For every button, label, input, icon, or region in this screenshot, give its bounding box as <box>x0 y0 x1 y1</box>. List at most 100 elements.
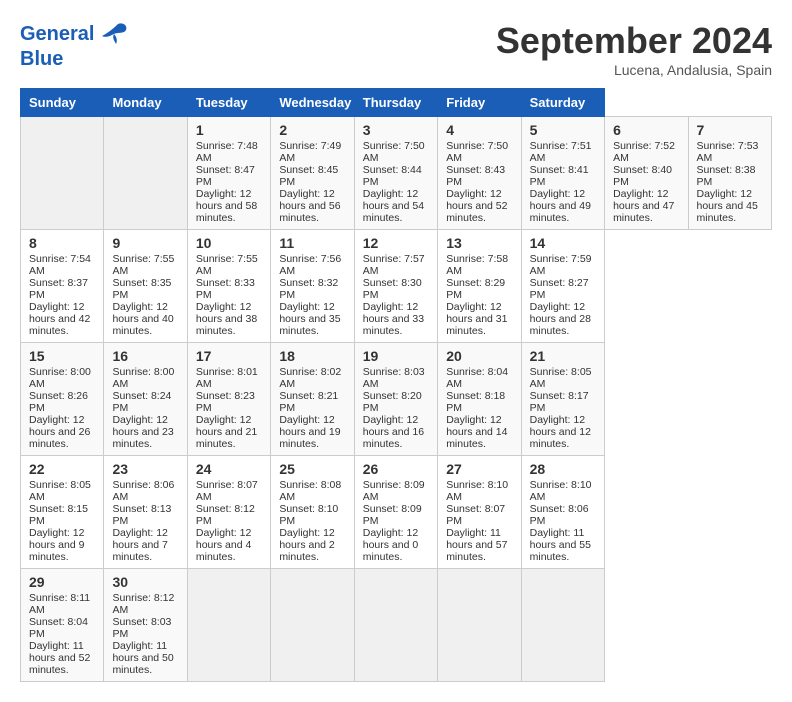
daylight-text: Daylight: 12 hours and 26 minutes. <box>29 414 90 450</box>
day-number: 27 <box>446 461 512 477</box>
sunrise-text: Sunrise: 8:03 AM <box>363 366 425 390</box>
calendar-cell: 23 Sunrise: 8:06 AM Sunset: 8:13 PM Dayl… <box>104 456 187 569</box>
daylight-text: Daylight: 12 hours and 7 minutes. <box>112 527 167 563</box>
sunrise-text: Sunrise: 8:08 AM <box>279 479 341 503</box>
calendar-table: SundayMondayTuesdayWednesdayThursdayFrid… <box>20 88 772 682</box>
sunrise-text: Sunrise: 7:52 AM <box>613 140 675 164</box>
daylight-text: Daylight: 12 hours and 47 minutes. <box>613 188 674 224</box>
sunset-text: Sunset: 8:15 PM <box>29 503 88 527</box>
sunset-text: Sunset: 8:40 PM <box>613 164 672 188</box>
calendar-cell: 29 Sunrise: 8:11 AM Sunset: 8:04 PM Dayl… <box>21 569 104 682</box>
calendar-cell: 8 Sunrise: 7:54 AM Sunset: 8:37 PM Dayli… <box>21 230 104 343</box>
day-number: 8 <box>29 235 95 251</box>
calendar-cell: 14 Sunrise: 7:59 AM Sunset: 8:27 PM Dayl… <box>521 230 604 343</box>
sunrise-text: Sunrise: 7:57 AM <box>363 253 425 277</box>
day-number: 21 <box>530 348 596 364</box>
sunrise-text: Sunrise: 8:05 AM <box>530 366 592 390</box>
sunset-text: Sunset: 8:09 PM <box>363 503 422 527</box>
weekday-header-thursday: Thursday <box>354 89 437 117</box>
daylight-text: Daylight: 12 hours and 12 minutes. <box>530 414 591 450</box>
sunrise-text: Sunrise: 8:11 AM <box>29 592 90 616</box>
calendar-cell: 13 Sunrise: 7:58 AM Sunset: 8:29 PM Dayl… <box>438 230 521 343</box>
day-number: 5 <box>530 122 596 138</box>
calendar-cell: 15 Sunrise: 8:00 AM Sunset: 8:26 PM Dayl… <box>21 343 104 456</box>
sunrise-text: Sunrise: 7:48 AM <box>196 140 258 164</box>
sunset-text: Sunset: 8:27 PM <box>530 277 589 301</box>
daylight-text: Daylight: 12 hours and 0 minutes. <box>363 527 418 563</box>
weekday-header-tuesday: Tuesday <box>187 89 270 117</box>
weekday-header-sunday: Sunday <box>21 89 104 117</box>
calendar-cell: 18 Sunrise: 8:02 AM Sunset: 8:21 PM Dayl… <box>271 343 354 456</box>
day-number: 18 <box>279 348 345 364</box>
sunrise-text: Sunrise: 8:00 AM <box>29 366 91 390</box>
sunset-text: Sunset: 8:35 PM <box>112 277 171 301</box>
daylight-text: Daylight: 11 hours and 50 minutes. <box>112 640 173 676</box>
weekday-header-wednesday: Wednesday <box>271 89 354 117</box>
sunrise-text: Sunrise: 8:10 AM <box>446 479 508 503</box>
sunset-text: Sunset: 8:37 PM <box>29 277 88 301</box>
sunrise-text: Sunrise: 7:58 AM <box>446 253 508 277</box>
sunrise-text: Sunrise: 8:02 AM <box>279 366 341 390</box>
weekday-header-friday: Friday <box>438 89 521 117</box>
sunset-text: Sunset: 8:29 PM <box>446 277 505 301</box>
daylight-text: Daylight: 12 hours and 4 minutes. <box>196 527 251 563</box>
daylight-text: Daylight: 12 hours and 42 minutes. <box>29 301 90 337</box>
day-number: 1 <box>196 122 262 138</box>
day-number: 24 <box>196 461 262 477</box>
sunrise-text: Sunrise: 7:50 AM <box>363 140 425 164</box>
day-number: 25 <box>279 461 345 477</box>
daylight-text: Daylight: 12 hours and 9 minutes. <box>29 527 84 563</box>
header-row: SundayMondayTuesdayWednesdayThursdayFrid… <box>21 89 772 117</box>
sunrise-text: Sunrise: 8:01 AM <box>196 366 258 390</box>
weekday-header-monday: Monday <box>104 89 187 117</box>
calendar-cell: 27 Sunrise: 8:10 AM Sunset: 8:07 PM Dayl… <box>438 456 521 569</box>
calendar-cell: 4 Sunrise: 7:50 AM Sunset: 8:43 PM Dayli… <box>438 117 521 230</box>
sunrise-text: Sunrise: 7:59 AM <box>530 253 592 277</box>
day-number: 9 <box>112 235 178 251</box>
title-section: September 2024 Lucena, Andalusia, Spain <box>496 20 772 78</box>
calendar-cell: 25 Sunrise: 8:08 AM Sunset: 8:10 PM Dayl… <box>271 456 354 569</box>
calendar-cell: 21 Sunrise: 8:05 AM Sunset: 8:17 PM Dayl… <box>521 343 604 456</box>
day-number: 7 <box>697 122 764 138</box>
calendar-cell: 26 Sunrise: 8:09 AM Sunset: 8:09 PM Dayl… <box>354 456 437 569</box>
sunrise-text: Sunrise: 8:05 AM <box>29 479 91 503</box>
calendar-cell: 10 Sunrise: 7:55 AM Sunset: 8:33 PM Dayl… <box>187 230 270 343</box>
logo: General Blue <box>20 20 130 70</box>
day-number: 23 <box>112 461 178 477</box>
sunset-text: Sunset: 8:03 PM <box>112 616 171 640</box>
day-number: 17 <box>196 348 262 364</box>
sunrise-text: Sunrise: 8:10 AM <box>530 479 592 503</box>
day-number: 11 <box>279 235 345 251</box>
calendar-cell: 5 Sunrise: 7:51 AM Sunset: 8:41 PM Dayli… <box>521 117 604 230</box>
day-number: 3 <box>363 122 429 138</box>
page-header: General Blue September 2024 Lucena, Anda… <box>20 20 772 78</box>
sunset-text: Sunset: 8:17 PM <box>530 390 589 414</box>
daylight-text: Daylight: 12 hours and 58 minutes. <box>196 188 257 224</box>
sunrise-text: Sunrise: 8:07 AM <box>196 479 258 503</box>
month-title: September 2024 <box>496 20 772 62</box>
sunrise-text: Sunrise: 8:09 AM <box>363 479 425 503</box>
calendar-cell: 11 Sunrise: 7:56 AM Sunset: 8:32 PM Dayl… <box>271 230 354 343</box>
sunset-text: Sunset: 8:13 PM <box>112 503 171 527</box>
daylight-text: Daylight: 12 hours and 40 minutes. <box>112 301 173 337</box>
sunset-text: Sunset: 8:23 PM <box>196 390 255 414</box>
sunset-text: Sunset: 8:32 PM <box>279 277 338 301</box>
day-number: 22 <box>29 461 95 477</box>
sunrise-text: Sunrise: 7:51 AM <box>530 140 592 164</box>
day-number: 20 <box>446 348 512 364</box>
calendar-week-4: 29 Sunrise: 8:11 AM Sunset: 8:04 PM Dayl… <box>21 569 772 682</box>
calendar-cell: 3 Sunrise: 7:50 AM Sunset: 8:44 PM Dayli… <box>354 117 437 230</box>
sunrise-text: Sunrise: 8:12 AM <box>112 592 174 616</box>
calendar-week-1: 8 Sunrise: 7:54 AM Sunset: 8:37 PM Dayli… <box>21 230 772 343</box>
daylight-text: Daylight: 11 hours and 55 minutes. <box>530 527 591 563</box>
calendar-week-3: 22 Sunrise: 8:05 AM Sunset: 8:15 PM Dayl… <box>21 456 772 569</box>
calendar-cell <box>521 569 604 682</box>
sunset-text: Sunset: 8:47 PM <box>196 164 255 188</box>
sunrise-text: Sunrise: 7:53 AM <box>697 140 759 164</box>
sunset-text: Sunset: 8:30 PM <box>363 277 422 301</box>
day-number: 19 <box>363 348 429 364</box>
sunset-text: Sunset: 8:07 PM <box>446 503 505 527</box>
calendar-cell: 1 Sunrise: 7:48 AM Sunset: 8:47 PM Dayli… <box>187 117 270 230</box>
sunset-text: Sunset: 8:26 PM <box>29 390 88 414</box>
day-number: 28 <box>530 461 596 477</box>
